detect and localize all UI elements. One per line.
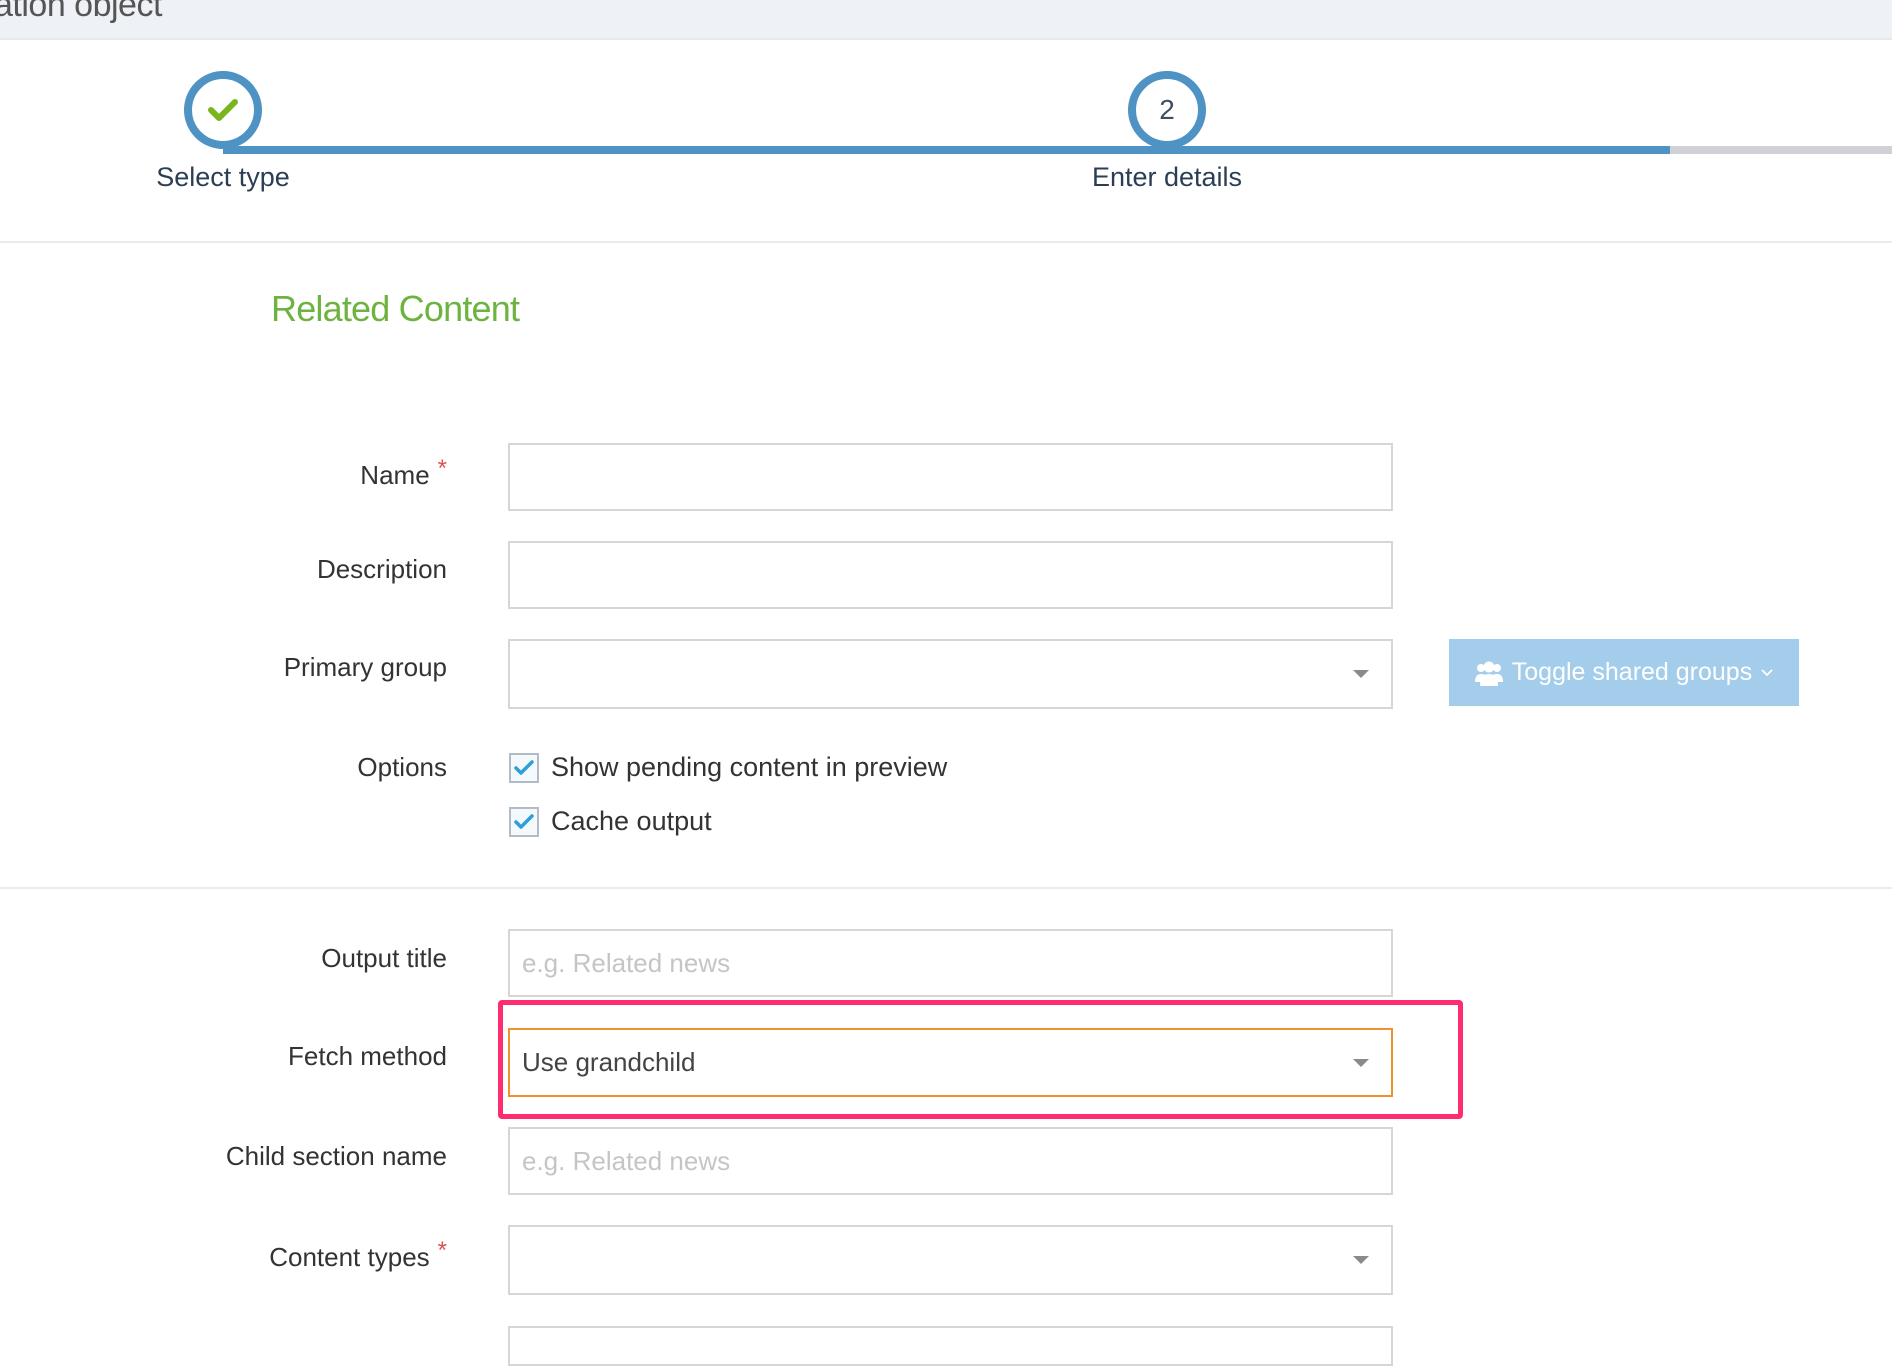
description-label: Description	[316, 554, 447, 584]
dropdown-caret-icon	[1353, 1058, 1369, 1067]
checkbox-label: Cache output	[551, 806, 712, 836]
checkbox-cache-output[interactable]	[509, 806, 539, 837]
users-icon	[1474, 661, 1503, 686]
page-title: ation object	[0, 0, 162, 24]
content-types-select[interactable]	[508, 1225, 1393, 1295]
checkbox-label: Show pending content in preview	[551, 752, 948, 782]
toggle-shared-groups-label: Toggle shared groups	[1511, 658, 1753, 686]
name-input[interactable]	[508, 443, 1393, 511]
fetch-method-label: Fetch method	[288, 1041, 447, 1071]
option-cache-output[interactable]: Cache output	[509, 806, 712, 837]
section-title: Related Content	[271, 288, 520, 329]
step-2-label: Enter details	[1091, 162, 1243, 192]
checkmark-icon	[208, 99, 238, 121]
checkmark-icon	[514, 813, 534, 829]
output-title-input[interactable]: e.g. Related news	[508, 929, 1393, 997]
required-indicator: *	[437, 455, 447, 482]
dropdown-caret-icon	[1353, 1256, 1369, 1264]
next-field-input[interactable]	[508, 1326, 1393, 1366]
child-section-name-label: Child section name	[225, 1141, 447, 1171]
toggle-shared-groups-button[interactable]: Toggle shared groups	[1449, 639, 1799, 706]
step-1-circle[interactable]	[184, 71, 262, 149]
checkbox-show-pending[interactable]	[509, 752, 539, 783]
primary-group-select[interactable]	[508, 639, 1393, 709]
step-1-label: Select type	[156, 162, 290, 192]
child-section-name-input[interactable]: e.g. Related news	[508, 1127, 1393, 1195]
chevron-down-icon	[1761, 668, 1773, 676]
dropdown-caret-icon	[1353, 670, 1369, 678]
step-2-circle[interactable]: 2	[1128, 71, 1206, 149]
divider	[0, 241, 1892, 243]
step-2-number: 2	[1159, 94, 1175, 125]
wizard-progress: Select type 2 Enter details	[0, 40, 1892, 241]
option-show-pending[interactable]: Show pending content in preview	[509, 752, 947, 783]
fetch-method-select[interactable]: Use grandchild	[508, 1028, 1393, 1097]
progress-track-completed	[223, 146, 1671, 154]
output-title-label: Output title	[321, 943, 447, 973]
divider	[0, 887, 1892, 889]
fetch-method-value: Use grandchild	[522, 1047, 696, 1077]
top-header: ation object	[0, 0, 1892, 40]
checkmark-icon	[514, 759, 534, 775]
primary-group-label: Primary group	[283, 652, 447, 682]
name-label: Name *	[360, 455, 447, 490]
required-indicator: *	[437, 1237, 447, 1264]
progress-track-remaining	[1670, 146, 1892, 154]
description-input[interactable]	[508, 541, 1393, 609]
options-label: Options	[357, 752, 447, 782]
content-types-label: Content types *	[269, 1237, 447, 1272]
